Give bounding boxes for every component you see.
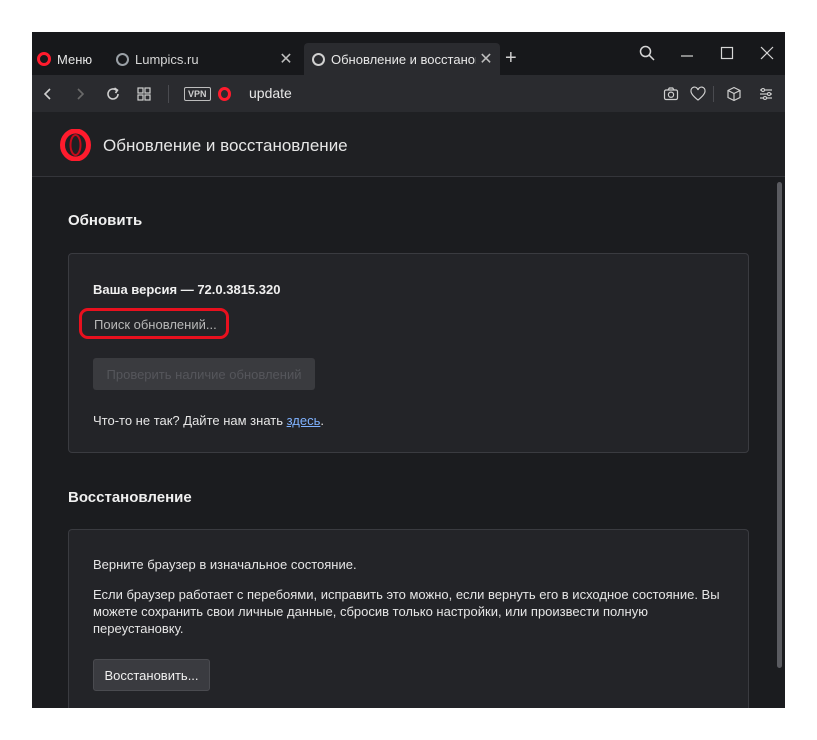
tab-strip: Меню Lumpics.ru ✕ Обновление и восстанов… — [32, 32, 785, 75]
opera-favicon-icon — [312, 52, 325, 66]
camera-snapshot-icon[interactable] — [661, 84, 681, 104]
opera-logo-icon — [60, 129, 91, 161]
browser-window: Меню Lumpics.ru ✕ Обновление и восстанов… — [32, 32, 785, 708]
menu-label: Меню — [57, 51, 93, 67]
page-header: Обновление и восстановление — [32, 112, 785, 177]
page-scrollbar[interactable] — [774, 178, 785, 708]
tab-title: Lumpics.ru — [135, 51, 199, 67]
loading-favicon-icon — [116, 52, 129, 66]
new-tab-plus-icon[interactable]: + — [505, 46, 517, 70]
restore-intro-text: Верните браузер в изначальное состояние. — [93, 557, 357, 572]
update-card: Ваша версия — 72.0.3815.320 Поиск обновл… — [68, 253, 749, 453]
check-updates-button[interactable]: Проверить наличие обновлений — [93, 358, 315, 390]
search-tabs-icon[interactable] — [632, 40, 662, 66]
feedback-link[interactable]: здесь — [287, 413, 321, 428]
vpn-badge[interactable]: VPN — [184, 87, 211, 101]
address-toolbar: VPN update — [32, 75, 785, 112]
easy-setup-menu-icon[interactable] — [756, 84, 776, 104]
tab-title: Обновление и восстановл — [331, 51, 476, 67]
restore-button[interactable]: Восстановить... — [93, 659, 210, 691]
address-field[interactable]: update — [249, 85, 292, 101]
restore-card: Верните браузер в изначальное состояние.… — [68, 529, 749, 708]
close-window-icon[interactable] — [752, 40, 782, 66]
settings-content: Обновить Ваша версия — 72.0.3815.320 Пои… — [32, 178, 785, 708]
back-arrow-icon[interactable] — [37, 83, 59, 105]
toolbar-divider — [713, 86, 714, 102]
tab-lumpics[interactable]: Lumpics.ru ✕ — [108, 43, 300, 75]
feedback-suffix: . — [320, 413, 324, 428]
opera-page-icon — [218, 87, 231, 101]
opera-menu-button[interactable]: Меню — [37, 49, 92, 69]
tab-update[interactable]: Обновление и восстановл ✕ — [304, 43, 500, 75]
toolbar-divider — [168, 85, 169, 103]
minimize-icon[interactable] — [672, 40, 702, 66]
tab-close-icon[interactable]: ✕ — [276, 49, 296, 69]
highlight-outline: Поиск обновлений... — [79, 308, 229, 339]
forward-arrow-icon[interactable] — [69, 83, 91, 105]
restore-description: Если браузер работает с перебоями, испра… — [93, 587, 720, 636]
page-title: Обновление и восстановление — [103, 136, 348, 155]
feedback-text: Что-то не так? Дайте нам знать здесь. — [93, 413, 324, 428]
scrollbar-thumb[interactable] — [777, 182, 782, 668]
extensions-cube-icon[interactable] — [724, 84, 744, 104]
reload-icon[interactable] — [102, 83, 124, 105]
tab-close-icon[interactable]: ✕ — [476, 49, 496, 69]
opera-logo-icon — [37, 52, 51, 66]
restore-section-heading: Восстановление — [68, 489, 192, 506]
update-status-text: Поиск обновлений... — [94, 317, 217, 332]
maximize-icon[interactable] — [712, 40, 742, 66]
feedback-prefix: Что-то не так? Дайте нам знать — [93, 413, 287, 428]
update-section-heading: Обновить — [68, 212, 143, 229]
speed-dial-grid-icon[interactable] — [133, 83, 155, 105]
version-label: Ваша версия — 72.0.3815.320 — [93, 282, 281, 297]
heart-bookmark-icon[interactable] — [688, 84, 708, 104]
